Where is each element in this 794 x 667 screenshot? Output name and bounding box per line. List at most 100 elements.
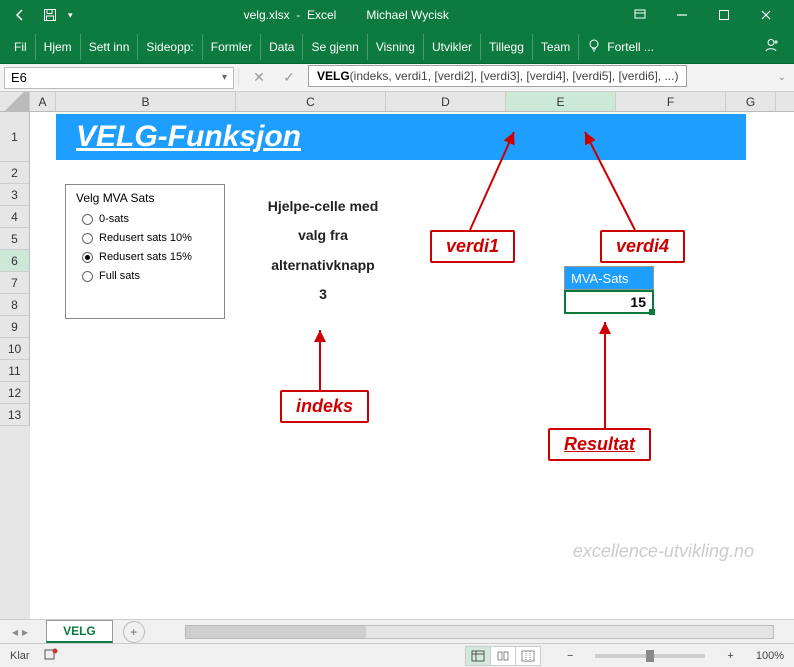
colhdr-b[interactable]: B [56, 92, 236, 111]
namebox-dropdown-icon[interactable]: ▾ [222, 72, 227, 83]
colhdr-g[interactable]: G [726, 92, 776, 111]
macro-record-icon[interactable] [44, 647, 58, 664]
rowhdr-8[interactable]: 8 [0, 294, 30, 316]
sheet-nav-prev-icon[interactable]: ◂ [12, 625, 18, 639]
rowhdr-13[interactable]: 13 [0, 404, 30, 426]
radio-label: Redusert sats 10% [99, 232, 192, 244]
tab-sideoppsett[interactable]: Sideopp: [138, 34, 202, 60]
name-box[interactable]: E6 ▾ [4, 67, 234, 89]
rowhdr-1[interactable]: 1 [0, 112, 30, 162]
anno-indeks: indeks [280, 390, 369, 423]
select-all-corner[interactable] [0, 92, 30, 111]
mva-header-cell: MVA-Sats [564, 266, 654, 290]
radio-15[interactable]: Redusert sats 15% [82, 251, 214, 263]
back-icon[interactable] [8, 3, 32, 27]
rowhdr-5[interactable]: 5 [0, 228, 30, 250]
tab-tillegg[interactable]: Tillegg [481, 34, 533, 60]
row-headers: 1 2 3 4 5 6 7 8 9 10 11 12 13 [0, 112, 30, 622]
cancel-formula-icon[interactable]: ✕ [249, 69, 269, 86]
anno-resultat: Resultat [548, 428, 651, 461]
radio-label: 0-sats [99, 213, 129, 225]
accept-formula-icon[interactable]: ✓ [279, 69, 299, 86]
tab-formler[interactable]: Formler [203, 34, 261, 60]
tab-fil[interactable]: Fil [4, 34, 36, 60]
save-icon[interactable] [38, 3, 62, 27]
groupbox-title: Velg MVA Sats [76, 191, 214, 205]
zoom-out-icon[interactable]: − [567, 650, 573, 662]
zoom-level[interactable]: 100% [756, 650, 784, 662]
radio-full[interactable]: Full sats [82, 270, 214, 282]
titlebar: ▾ velg.xlsx - Excel Michael Wycisk [0, 0, 794, 30]
tell-me[interactable]: Fortell ... [579, 38, 662, 55]
radio-icon [82, 271, 93, 282]
sheet-area[interactable]: VELG-Funksjon Velg MVA Sats 0-sats Redus… [30, 112, 794, 622]
zoom-in-icon[interactable]: + [727, 650, 733, 662]
tab-team[interactable]: Team [533, 34, 579, 60]
rowhdr-4[interactable]: 4 [0, 206, 30, 228]
helper-line: alternativknapp [248, 251, 398, 280]
close-icon[interactable] [746, 1, 786, 29]
rowhdr-3[interactable]: 3 [0, 184, 30, 206]
tab-utvikler[interactable]: Utvikler [424, 34, 481, 60]
view-pagebreak-icon[interactable] [515, 646, 541, 666]
rowhdr-6[interactable]: 6 [0, 250, 30, 272]
rowhdr-9[interactable]: 9 [0, 316, 30, 338]
tooltip-sig: (indeks, verdi1, [verdi2], [verdi3], [ve… [350, 69, 679, 83]
formula-expand-icon[interactable]: ⌄ [770, 72, 794, 83]
name-box-value: E6 [11, 70, 27, 85]
user-name: Michael Wycisk [366, 8, 449, 22]
app-name: Excel [307, 8, 336, 22]
mva-value-cell[interactable]: 15 [564, 290, 654, 314]
sheet-tab-bar: ◂ ▸ VELG + [0, 619, 794, 643]
share-icon[interactable] [752, 36, 790, 57]
title-banner: VELG-Funksjon [56, 114, 746, 160]
ribbon: Fil Hjem Sett inn Sideopp: Formler Data … [0, 30, 794, 64]
grid: 1 2 3 4 5 6 7 8 9 10 11 12 13 VELG-Funks… [0, 112, 794, 622]
h-scroll-thumb[interactable] [186, 626, 366, 638]
mva-groupbox: Velg MVA Sats 0-sats Redusert sats 10% R… [65, 184, 225, 319]
tab-settinn[interactable]: Sett inn [81, 34, 139, 60]
new-sheet-icon[interactable]: + [123, 621, 145, 643]
lightbulb-icon [587, 38, 601, 55]
zoom-slider[interactable] [595, 654, 705, 658]
helper-line: Hjelpe-celle med [248, 192, 398, 221]
column-headers: A B C D E F G [0, 92, 794, 112]
tab-hjem[interactable]: Hjem [36, 34, 81, 60]
doc-filename: velg.xlsx [244, 8, 290, 22]
rowhdr-12[interactable]: 12 [0, 382, 30, 404]
sheet-tab-velg[interactable]: VELG [46, 620, 113, 643]
tell-me-label: Fortell ... [607, 40, 654, 54]
colhdr-d[interactable]: D [386, 92, 506, 111]
view-layout-icon[interactable] [490, 646, 516, 666]
radio-label: Full sats [99, 270, 140, 282]
watermark: excellence-utvikling.no [573, 541, 754, 562]
radio-0sats[interactable]: 0-sats [82, 213, 214, 225]
rowhdr-10[interactable]: 10 [0, 338, 30, 360]
radio-icon [82, 214, 93, 225]
rowhdr-11[interactable]: 11 [0, 360, 30, 382]
radio-10[interactable]: Redusert sats 10% [82, 232, 214, 244]
rowhdr-2[interactable]: 2 [0, 162, 30, 184]
function-tooltip: VELG(indeks, verdi1, [verdi2], [verdi3],… [308, 65, 687, 87]
tab-visning[interactable]: Visning [368, 34, 424, 60]
tab-data[interactable]: Data [261, 34, 303, 60]
view-normal-icon[interactable] [465, 646, 491, 666]
colhdr-a[interactable]: A [30, 92, 56, 111]
rowhdr-7[interactable]: 7 [0, 272, 30, 294]
minimize-icon[interactable] [662, 1, 702, 29]
radio-label: Redusert sats 15% [99, 251, 192, 263]
radio-icon [82, 233, 93, 244]
colhdr-e[interactable]: E [506, 92, 616, 111]
status-bar: Klar − + 100% [0, 643, 794, 667]
ribbon-options-icon[interactable] [620, 1, 660, 29]
h-scrollbar[interactable] [185, 625, 774, 639]
helper-line: 3 [248, 280, 398, 309]
anno-verdi4: verdi4 [600, 230, 685, 263]
tab-segjennom[interactable]: Se gjenn [303, 34, 367, 60]
helper-text: Hjelpe-celle med valg fra alternativknap… [248, 192, 398, 310]
colhdr-f[interactable]: F [616, 92, 726, 111]
radio-icon [82, 252, 93, 263]
sheet-nav-next-icon[interactable]: ▸ [22, 625, 28, 639]
maximize-icon[interactable] [704, 1, 744, 29]
colhdr-c[interactable]: C [236, 92, 386, 111]
